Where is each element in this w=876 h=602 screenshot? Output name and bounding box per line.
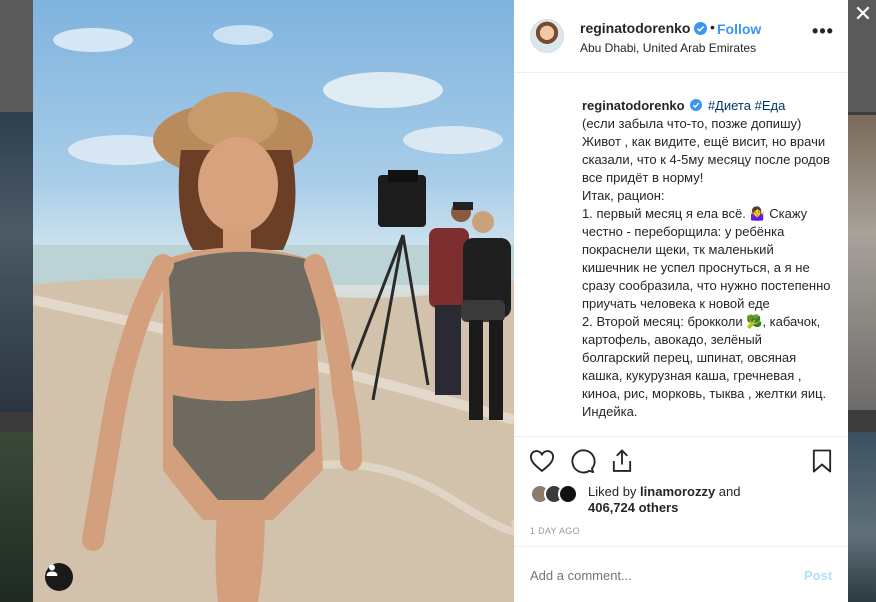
verified-badge-icon: [694, 22, 707, 35]
caption-line: (если забыла что-то, позже допишу): [582, 116, 802, 131]
likers-avatars[interactable]: [530, 484, 586, 506]
liked-by-text: Liked by linamorozzy and: [588, 483, 741, 501]
avatar[interactable]: [530, 19, 564, 53]
caption-text: reginatodorenko #Диета #Еда (если забыла…: [582, 97, 832, 421]
post-photo[interactable]: [33, 0, 514, 602]
user-tag-icon[interactable]: [45, 563, 73, 591]
avatar: [558, 484, 578, 504]
photo-illustration: [33, 25, 514, 602]
close-icon[interactable]: ✕: [852, 3, 874, 25]
background-feed-left: [0, 0, 33, 602]
likes-count[interactable]: 406,724 others: [588, 500, 678, 515]
liked-by-and: and: [718, 484, 741, 499]
caption-line: 2. Второй месяц: брокколи 🥦, кабачок, ка…: [582, 314, 827, 419]
hashtag[interactable]: #Еда: [755, 98, 786, 113]
caption-username[interactable]: reginatodorenko: [582, 98, 685, 113]
caption-avatar[interactable]: [530, 95, 564, 129]
caption-line: Итак, рацион:: [582, 188, 665, 203]
background-tile: [848, 115, 876, 410]
background-tile: [0, 0, 33, 112]
verified-badge-icon: [690, 99, 703, 111]
separator-dot: •: [710, 19, 715, 35]
background-tile: [0, 432, 33, 602]
post-actions: Liked by linamorozzy and 406,724 others …: [514, 436, 848, 556]
post-side-panel: reginatodorenko • Follow Abu Dhabi, Unit…: [514, 0, 848, 602]
caption-line: Живот , как видите, ещё висит, но врачи …: [582, 134, 830, 185]
post-header: reginatodorenko • Follow Abu Dhabi, Unit…: [514, 0, 848, 73]
follow-button[interactable]: Follow: [717, 21, 761, 37]
bookmark-icon[interactable]: [808, 447, 836, 475]
background-feed-right: [848, 0, 876, 602]
comment-input[interactable]: [530, 568, 790, 583]
post-comment-button[interactable]: Post: [804, 568, 832, 583]
more-options-icon[interactable]: •••: [812, 22, 834, 46]
post-timestamp[interactable]: 1 DAY AGO: [530, 526, 580, 536]
liked-by-prefix: Liked by: [588, 484, 637, 499]
liked-by-user[interactable]: linamorozzy: [640, 484, 715, 499]
comment-icon[interactable]: [568, 447, 596, 475]
background-tile: [0, 112, 33, 412]
heart-icon[interactable]: [528, 447, 556, 475]
background-tile: [848, 432, 876, 602]
author-username[interactable]: reginatodorenko: [580, 20, 690, 36]
comment-box: Post: [514, 546, 848, 602]
share-icon[interactable]: [608, 447, 636, 475]
hashtag[interactable]: #Диета: [708, 98, 751, 113]
caption-scroll-area[interactable]: reginatodorenko #Диета #Еда (если забыла…: [514, 74, 848, 436]
post-location[interactable]: Abu Dhabi, United Arab Emirates: [580, 41, 756, 55]
caption-line: 1. первый месяц я ела всё. 🤷‍♀️ Скажу че…: [582, 206, 831, 311]
